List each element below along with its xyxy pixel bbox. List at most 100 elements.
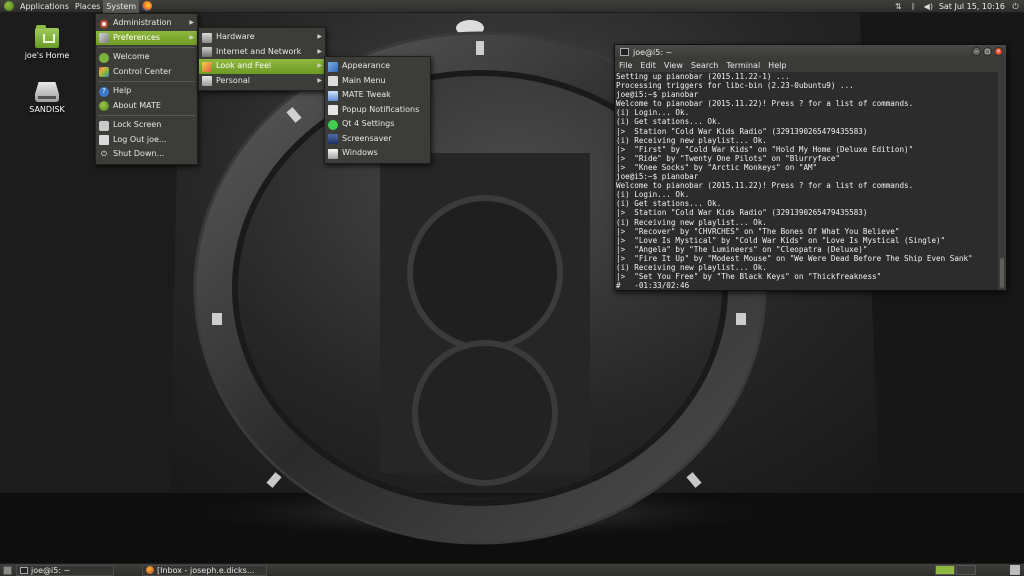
menu-item-mate-tweak[interactable]: MATE Tweak xyxy=(325,88,430,103)
submenu-arrow-icon: ▶ xyxy=(189,33,194,41)
help-icon: ? xyxy=(99,86,109,97)
terminal-menu-help[interactable]: Help xyxy=(768,61,786,70)
minimize-button[interactable]: – xyxy=(972,47,981,56)
terminal-scrollbar[interactable] xyxy=(998,72,1006,290)
menu-item-administration[interactable]: Administration ▶ xyxy=(96,16,197,31)
workspace-1[interactable] xyxy=(935,565,955,575)
menu-item-help[interactable]: ? Help xyxy=(96,84,197,99)
menu-item-label: Screensaver xyxy=(342,133,392,143)
menu-item-welcome[interactable]: Welcome xyxy=(96,50,197,65)
terminal-icon xyxy=(620,48,629,56)
terminal-menu-terminal[interactable]: Terminal xyxy=(726,61,760,70)
terminal-line: (i) Get stations... Ok. xyxy=(616,199,722,209)
terminal-menubar: File Edit View Search Terminal Help xyxy=(615,59,1006,72)
terminal-line: Welcome to pianobar (2015.11.22)! Press … xyxy=(616,99,914,109)
taskbar-item-thunderbird[interactable]: [Inbox - joseph.e.dicks... xyxy=(142,564,267,576)
submenu-arrow-icon: ▶ xyxy=(317,47,322,55)
terminal-line: |> "First" by "Cold War Kids" on "Hold M… xyxy=(616,144,914,154)
menu-item-label: Look and Feel xyxy=(216,61,272,70)
desktop-icon-sandisk[interactable]: SANDISK xyxy=(17,82,77,114)
menu-item-windows[interactable]: Windows xyxy=(325,146,430,161)
terminal-menu-edit[interactable]: Edit xyxy=(640,61,656,70)
mate-logo-icon xyxy=(99,101,109,111)
menu-item-qt4-settings[interactable]: Qt 4 Settings xyxy=(325,117,430,132)
terminal-line: (i) Login... Ok. xyxy=(616,190,690,200)
taskbar-item-terminal[interactable]: joe@i5: ~ xyxy=(16,564,114,576)
terminal-output[interactable]: Setting up pianobar (2015.11.22-1) ... Pr… xyxy=(615,72,998,290)
terminal-line: (i) Get stations... Ok. xyxy=(616,117,722,127)
terminal-menu-view[interactable]: View xyxy=(664,61,683,70)
menu-item-internet-network[interactable]: Internet and Network ▶ xyxy=(199,45,325,60)
menu-item-hardware[interactable]: Hardware ▶ xyxy=(199,30,325,45)
welcome-icon xyxy=(99,52,109,63)
menu-item-label: Internet and Network xyxy=(216,46,302,56)
menu-item-main-menu[interactable]: Main Menu xyxy=(325,74,430,89)
terminal-line: |> "Recover" by "CHVRCHES" on "The Bones… xyxy=(616,226,900,236)
drive-icon xyxy=(35,82,59,102)
taskbar-item-label: joe@i5: ~ xyxy=(31,565,71,575)
preferences-submenu: Hardware ▶ Internet and Network ▶ Look a… xyxy=(198,27,326,91)
main-menu-icon xyxy=(328,76,338,86)
bluetooth-icon[interactable]: ᛒ xyxy=(909,2,918,11)
terminal-line: (i) Receiving new playlist... Ok. xyxy=(616,262,767,272)
menu-separator xyxy=(98,47,195,48)
volume-icon[interactable]: ◀) xyxy=(924,2,933,11)
preferences-icon xyxy=(99,33,109,43)
terminal-line: |> "Fire It Up" by "Modest Mouse" on "We… xyxy=(616,253,973,263)
personal-icon xyxy=(202,76,212,86)
menu-item-screensaver[interactable]: Screensaver xyxy=(325,132,430,147)
submenu-arrow-icon: ▶ xyxy=(317,76,322,84)
places-menu[interactable]: Places xyxy=(72,0,103,13)
desktop-icon-home[interactable]: joe's Home xyxy=(17,25,77,60)
terminal-title: joe@i5: ~ xyxy=(633,47,673,57)
terminal-line: |> "Knee Socks" by "Arctic Monkeys" on "… xyxy=(616,162,818,172)
maximize-button[interactable]: □ xyxy=(983,47,992,56)
menu-item-lock-screen[interactable]: Lock Screen xyxy=(96,118,197,133)
terminal-line: |> "Angela" by "The Lumineers" on "Cleop… xyxy=(616,244,868,254)
workspace-switcher xyxy=(935,565,976,575)
terminal-titlebar[interactable]: joe@i5: ~ – □ × xyxy=(615,45,1006,59)
terminal-window[interactable]: joe@i5: ~ – □ × File Edit View Search Te… xyxy=(614,44,1007,291)
workspace-2[interactable] xyxy=(956,565,976,575)
system-menu[interactable]: System xyxy=(103,0,140,13)
firefox-launcher-icon[interactable] xyxy=(142,1,153,11)
power-icon[interactable]: ⏻ xyxy=(1011,2,1020,11)
desktop-icon-label: joe's Home xyxy=(24,51,70,60)
menu-item-label: Help xyxy=(113,86,132,95)
menu-item-popup-notifications[interactable]: Popup Notifications xyxy=(325,103,430,118)
terminal-line: Setting up pianobar (2015.11.22-1) ... xyxy=(616,72,790,81)
control-center-icon xyxy=(99,67,109,77)
system-dropdown: Administration ▶ Preferences ▶ Welcome C… xyxy=(95,13,198,165)
top-panel: Applications Places System ⇅ ᛒ ◀) Sat Ju… xyxy=(0,0,1024,13)
submenu-arrow-icon: ▶ xyxy=(189,19,194,26)
network-icon[interactable]: ⇅ xyxy=(894,2,903,11)
power-icon: ⏻ xyxy=(101,150,107,159)
menu-separator xyxy=(98,81,195,82)
menu-item-label: Shut Down... xyxy=(113,149,165,158)
menu-item-personal[interactable]: Personal ▶ xyxy=(199,74,325,89)
close-button[interactable]: × xyxy=(994,47,1003,56)
mate-logo-icon[interactable] xyxy=(4,1,14,11)
menu-item-control-center[interactable]: Control Center xyxy=(96,65,197,80)
home-folder-icon xyxy=(35,25,59,48)
terminal-line: Welcome to pianobar (2015.11.22)! Press … xyxy=(616,181,914,191)
menu-item-label: Personal xyxy=(216,75,251,85)
menu-item-log-out[interactable]: Log Out joe... xyxy=(96,133,197,148)
menu-item-appearance[interactable]: Appearance xyxy=(325,59,430,74)
menu-separator xyxy=(98,115,195,116)
terminal-menu-search[interactable]: Search xyxy=(691,61,718,70)
terminal-menu-file[interactable]: File xyxy=(619,61,632,70)
lock-icon xyxy=(99,120,109,131)
menu-item-preferences[interactable]: Preferences ▶ xyxy=(96,30,197,45)
terminal-line: Processing triggers for libc-bin (2.23-0… xyxy=(616,81,854,91)
clock[interactable]: Sat Jul 15, 10:16 xyxy=(939,2,1005,11)
menu-item-label: Administration xyxy=(113,18,172,27)
trash-icon[interactable] xyxy=(1010,565,1020,575)
menu-item-about-mate[interactable]: About MATE xyxy=(96,99,197,114)
show-desktop-button[interactable] xyxy=(3,565,12,575)
menu-item-look-and-feel[interactable]: Look and Feel ▶ xyxy=(199,59,325,74)
desktop-icon-label: SANDISK xyxy=(29,105,65,114)
menu-item-shut-down[interactable]: ⏻ Shut Down... xyxy=(96,147,197,162)
menu-item-label: Preferences xyxy=(113,32,161,42)
applications-menu[interactable]: Applications xyxy=(17,0,72,13)
